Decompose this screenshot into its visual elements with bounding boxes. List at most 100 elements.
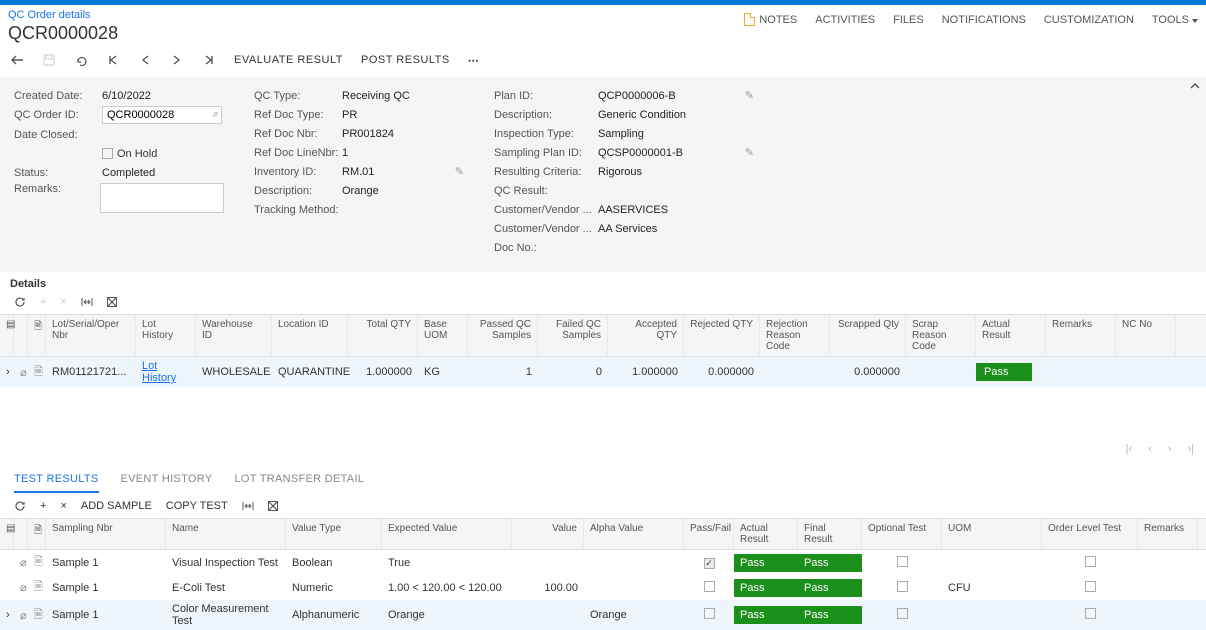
col-warehouse[interactable]: Warehouse ID (196, 315, 272, 356)
first-icon[interactable] (106, 53, 120, 67)
expand-icon[interactable] (0, 585, 14, 591)
col-actual[interactable]: Actual Result (976, 315, 1046, 356)
col-expected[interactable]: Expected Value (382, 519, 512, 549)
pencil-icon[interactable]: ✎ (745, 146, 754, 159)
tab-lot-transfer[interactable]: LOT TRANSFER DETAIL (234, 467, 364, 493)
fit-columns-icon[interactable] (81, 297, 93, 307)
save-icon[interactable] (42, 53, 56, 67)
export-icon[interactable] (268, 501, 278, 511)
next-icon[interactable] (170, 53, 184, 67)
customization-button[interactable]: CUSTOMIZATION (1044, 14, 1134, 26)
doc-icon[interactable]: 🗎 (28, 550, 46, 575)
attach-icon[interactable]: ⌀ (14, 363, 28, 382)
expand-icon[interactable] (0, 560, 14, 566)
col-rej-reason[interactable]: Rejection Reason Code (760, 315, 830, 356)
tests-row[interactable]: ⌀🗎Sample 1E-Coli TestNumeric1.00 < 120.0… (0, 575, 1206, 600)
qc-order-id-input[interactable] (102, 106, 222, 124)
col-alpha[interactable]: Alpha Value (584, 519, 684, 549)
add-row-icon[interactable]: + (40, 296, 46, 308)
col-optional[interactable]: Optional Test (862, 519, 942, 549)
delete-row-icon[interactable]: × (60, 500, 66, 512)
col-remarks[interactable]: Remarks (1046, 315, 1116, 356)
col-order-level[interactable]: Order Level Test (1042, 519, 1138, 549)
optional-checkbox[interactable] (897, 581, 908, 592)
col-value[interactable]: Value (512, 519, 584, 549)
col-failed[interactable]: Failed QC Samples (538, 315, 608, 356)
doc-icon[interactable]: 🗎 (28, 575, 46, 600)
col-actual[interactable]: Actual Result (734, 519, 798, 549)
evaluate-result-button[interactable]: EVALUATE RESULT (234, 54, 343, 66)
col-scrap-reason[interactable]: Scrap Reason Code (906, 315, 976, 356)
notes-button[interactable]: NOTES (744, 13, 797, 26)
col-rejected[interactable]: Rejected QTY (684, 315, 760, 356)
pencil-icon[interactable]: ✎ (745, 89, 754, 102)
remarks-input[interactable] (100, 183, 224, 213)
optional-checkbox[interactable] (897, 608, 908, 619)
passfail-checkbox[interactable] (704, 608, 715, 619)
expand-icon[interactable]: › (0, 363, 14, 381)
notifications-button[interactable]: NOTIFICATIONS (942, 14, 1026, 26)
optional-checkbox[interactable] (897, 556, 908, 567)
post-results-button[interactable]: POST RESULTS (361, 54, 450, 66)
search-icon[interactable]: ⌕ (213, 108, 219, 121)
col-nc[interactable]: NC No (1116, 315, 1176, 356)
col-lot[interactable]: Lot/Serial/Oper Nbr (46, 315, 136, 356)
pager-next-icon[interactable]: › (1168, 443, 1172, 455)
last-icon[interactable] (202, 53, 216, 67)
lot-history-link[interactable]: Lot History (142, 360, 176, 384)
tests-row[interactable]: ⌀🗎Sample 1Visual Inspection TestBooleanT… (0, 550, 1206, 575)
expand-icon[interactable]: › (0, 606, 14, 624)
attach-icon[interactable]: ⌀ (14, 578, 28, 597)
col-total-qty[interactable]: Total QTY (348, 315, 418, 356)
col-final[interactable]: Final Result (798, 519, 862, 549)
passfail-checkbox[interactable]: ✓ (704, 558, 715, 569)
passfail-checkbox[interactable] (704, 581, 715, 592)
col-remarks2[interactable]: Remarks (1138, 519, 1198, 549)
col-name[interactable]: Name (166, 519, 286, 549)
order-level-checkbox[interactable] (1085, 556, 1096, 567)
col-value-type[interactable]: Value Type (286, 519, 382, 549)
col-sampling-nbr[interactable]: Sampling Nbr (46, 519, 166, 549)
attach-icon[interactable]: ⌀ (14, 606, 28, 625)
tools-button[interactable]: TOOLS (1152, 14, 1198, 26)
tests-row[interactable]: ›⌀🗎Sample 1Color Measurement TestAlphanu… (0, 600, 1206, 630)
tab-event-history[interactable]: EVENT HISTORY (121, 467, 213, 493)
order-level-checkbox[interactable] (1085, 581, 1096, 592)
more-actions-icon[interactable]: ⋯ (468, 54, 480, 67)
refresh-icon[interactable] (14, 296, 26, 308)
copy-test-button[interactable]: COPY TEST (166, 500, 228, 512)
breadcrumb[interactable]: QC Order details (8, 9, 118, 21)
delete-row-icon[interactable]: × (60, 296, 66, 308)
col-accepted[interactable]: Accepted QTY (608, 315, 684, 356)
cell-nc (1116, 369, 1176, 375)
refresh-icon[interactable] (14, 500, 26, 512)
on-hold-checkbox[interactable] (102, 148, 113, 159)
export-icon[interactable] (107, 297, 117, 307)
doc-icon[interactable]: 🗎 (28, 360, 46, 385)
order-level-checkbox[interactable] (1085, 608, 1096, 619)
chevron-up-icon[interactable] (1190, 83, 1200, 89)
files-button[interactable]: FILES (893, 14, 924, 26)
pager-prev-icon[interactable]: ‹ (1148, 443, 1152, 455)
undo-icon[interactable] (74, 53, 88, 67)
col-uom[interactable]: UOM (942, 519, 1042, 549)
attach-icon[interactable]: ⌀ (14, 553, 28, 572)
pencil-icon[interactable]: ✎ (455, 165, 464, 178)
add-sample-button[interactable]: ADD SAMPLE (81, 500, 152, 512)
tab-test-results[interactable]: TEST RESULTS (14, 467, 99, 493)
col-location[interactable]: Location ID (272, 315, 348, 356)
col-history[interactable]: Lot History (136, 315, 196, 356)
details-row[interactable]: › ⌀ 🗎 RM01121721... Lot History WHOLESAL… (0, 357, 1206, 387)
add-row-icon[interactable]: + (40, 500, 46, 512)
col-passfail[interactable]: Pass/Fail (684, 519, 734, 549)
col-passed[interactable]: Passed QC Samples (468, 315, 538, 356)
prev-icon[interactable] (138, 53, 152, 67)
activities-button[interactable]: ACTIVITIES (815, 14, 875, 26)
back-icon[interactable] (10, 53, 24, 67)
fit-columns-icon[interactable] (242, 501, 254, 511)
doc-icon[interactable]: 🗎 (28, 603, 46, 628)
col-base-uom[interactable]: Base UOM (418, 315, 468, 356)
col-scrapped[interactable]: Scrapped Qty (830, 315, 906, 356)
pager-last-icon[interactable]: ›| (1187, 443, 1194, 455)
pager-first-icon[interactable]: |‹ (1126, 443, 1133, 455)
